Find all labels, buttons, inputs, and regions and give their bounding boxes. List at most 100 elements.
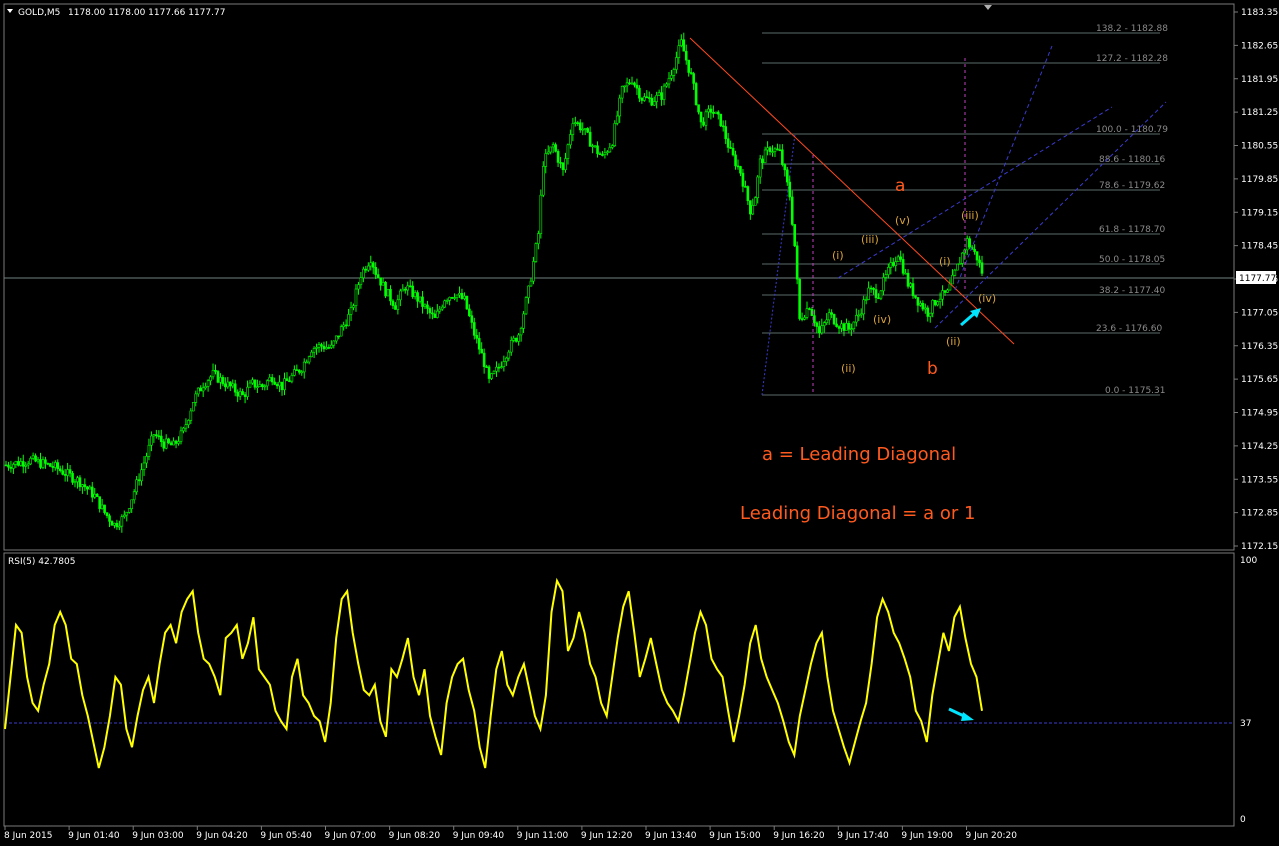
- candle-body: [399, 290, 402, 301]
- candle-body: [766, 147, 769, 151]
- candle-body: [815, 322, 819, 327]
- rsi-panel-frame: [3, 552, 1235, 827]
- chart-menu-icon[interactable]: [7, 9, 13, 13]
- candle-body: [219, 377, 222, 383]
- candle-body: [537, 233, 540, 244]
- candle-body: [322, 345, 326, 350]
- candle-body: [808, 308, 811, 310]
- candle-body: [204, 386, 207, 389]
- candle-body: [288, 380, 291, 383]
- candle-body: [795, 245, 799, 280]
- candle-body: [362, 268, 365, 278]
- candle-body: [741, 172, 745, 187]
- fib-label-1272: 127.2 - 1182.28: [1096, 54, 1168, 64]
- candle-body: [968, 238, 971, 248]
- candle-body: [224, 383, 227, 388]
- candle-body: [90, 486, 94, 498]
- time-tick-label: 9 Jun 03:00: [132, 831, 184, 841]
- candle-body: [63, 474, 67, 476]
- fib-label-886: 88.6 - 1180.16: [1099, 155, 1165, 165]
- candle-body: [396, 299, 400, 310]
- time-tick-label: 9 Jun 08:20: [389, 831, 441, 841]
- candle-body: [633, 82, 636, 86]
- candle-body: [581, 128, 585, 131]
- candle-body: [349, 307, 353, 315]
- shift-marker-icon[interactable]: [984, 5, 992, 10]
- candle-body: [798, 278, 801, 319]
- time-tick-label: 9 Jun 07:00: [325, 831, 377, 841]
- candle-body: [403, 288, 407, 291]
- candle-body: [576, 122, 580, 124]
- candle-body: [105, 512, 109, 517]
- candle-body: [24, 464, 28, 467]
- candle-body: [226, 381, 230, 388]
- candle-body: [295, 369, 299, 371]
- candle-body: [946, 289, 949, 293]
- candle-body: [233, 383, 237, 393]
- candle-body: [201, 387, 205, 392]
- chart-canvas[interactable]: GOLD,M5 1178.00 1178.00 1177.66 1177.77 …: [0, 0, 1279, 846]
- fib-label-618: 61.8 - 1178.70: [1099, 225, 1165, 235]
- candle-body: [502, 361, 506, 367]
- candle-body: [258, 384, 262, 387]
- candle-body: [194, 393, 198, 403]
- candle-body: [574, 122, 577, 124]
- candle-body: [529, 280, 533, 287]
- candle-body: [541, 166, 545, 196]
- candle-body: [734, 154, 737, 167]
- candle-body: [248, 382, 252, 388]
- candle-body: [768, 147, 772, 152]
- candle-body: [495, 366, 498, 372]
- time-tick-label: 9 Jun 11:00: [517, 831, 569, 841]
- candle-body: [509, 340, 513, 353]
- candle-body: [933, 300, 937, 306]
- candle-body: [110, 521, 114, 526]
- candle-body: [608, 147, 612, 153]
- candle-body: [482, 352, 486, 367]
- candle-body: [7, 464, 10, 468]
- candle-body: [864, 299, 868, 301]
- candle-body: [189, 410, 193, 421]
- candle-body: [549, 146, 552, 153]
- candle-body: [103, 504, 106, 513]
- candle-body: [14, 461, 18, 465]
- candle-body: [694, 83, 698, 106]
- candle-body: [611, 145, 614, 148]
- candle-body: [354, 288, 358, 306]
- candle-body: [426, 304, 429, 309]
- candle-body: [719, 113, 723, 127]
- candle-body: [670, 75, 673, 79]
- time-tick-label: 9 Jun 05:40: [260, 831, 312, 841]
- candle-body: [66, 469, 69, 476]
- price-tick-label: 1177.05: [1241, 308, 1278, 318]
- time-tick-label: 9 Jun 20:20: [966, 831, 1018, 841]
- candle-body: [305, 361, 308, 364]
- candle-body: [342, 324, 345, 328]
- candle-body: [263, 385, 267, 388]
- candle-body: [440, 306, 444, 310]
- candle-body: [751, 205, 755, 215]
- candle-body: [615, 115, 619, 124]
- candle-body: [667, 78, 671, 85]
- candle-body: [827, 312, 831, 321]
- candle-body: [761, 158, 764, 164]
- candle-body: [211, 369, 215, 378]
- candle-body: [788, 181, 792, 198]
- candle-body: [68, 469, 72, 474]
- candle-body: [505, 357, 508, 362]
- candle-body: [261, 384, 264, 387]
- candle-body: [216, 371, 220, 383]
- candle-body: [598, 153, 602, 155]
- candle-body: [837, 326, 841, 329]
- candle-body: [86, 486, 89, 490]
- candle-body: [744, 186, 747, 188]
- candle-body: [867, 287, 870, 300]
- candle-body: [100, 504, 104, 509]
- channel-steep-line: [954, 45, 1053, 291]
- candle-body: [36, 459, 40, 462]
- candle-body: [29, 458, 32, 465]
- candle-body: [889, 262, 893, 268]
- candle-body: [519, 328, 523, 336]
- candle-body: [687, 59, 691, 73]
- candle-body: [911, 283, 915, 297]
